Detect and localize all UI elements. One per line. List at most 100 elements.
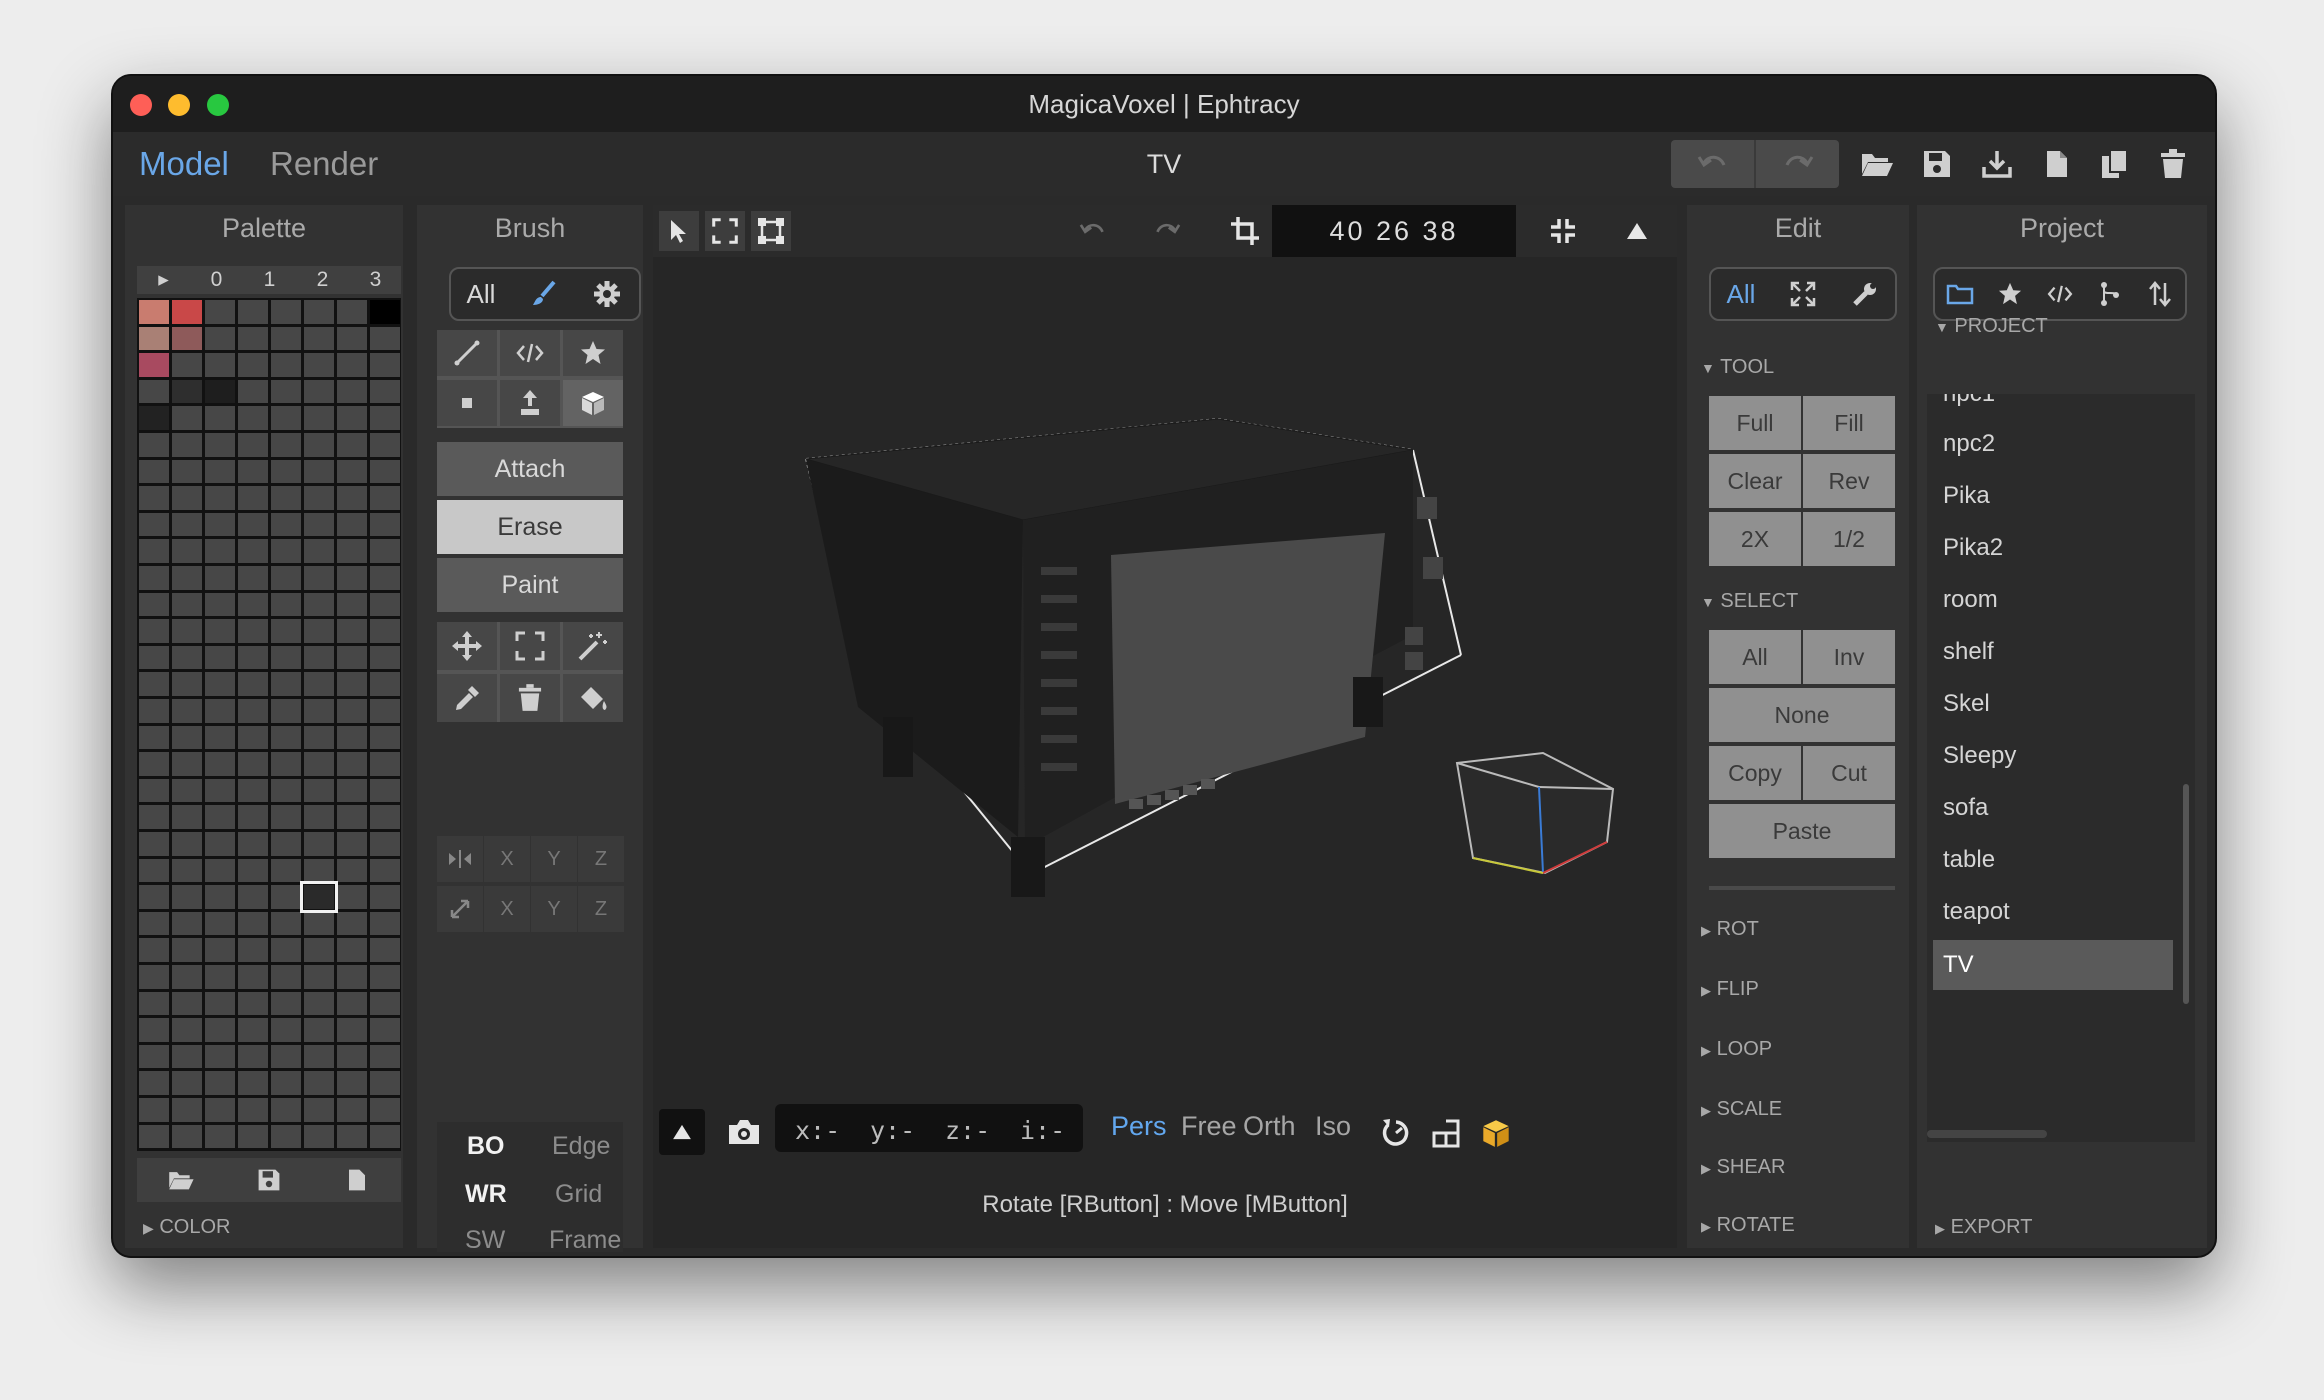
move-tool-button[interactable] [437,622,497,670]
palette-swatch[interactable] [271,965,301,989]
palette-swatch[interactable] [205,938,235,962]
palette-swatch[interactable] [370,1124,400,1149]
palette-swatch[interactable] [337,619,367,643]
viewport-undo-button[interactable] [1063,211,1123,251]
viewport-redo-button[interactable] [1137,211,1197,251]
palette-swatch[interactable] [139,858,169,883]
palette-swatch[interactable] [271,433,301,457]
palette-swatch[interactable] [304,512,334,537]
palette-swatch[interactable] [205,592,235,617]
full-button[interactable]: Full [1709,396,1801,450]
palette-swatch[interactable] [370,832,400,856]
view-orth-button[interactable]: Orth [1243,1111,1296,1142]
palette-swatch[interactable] [238,1124,268,1149]
palette-swatch[interactable] [337,379,367,404]
palette-swatch[interactable] [337,459,367,484]
palette-swatch[interactable] [271,885,301,909]
save-button[interactable] [1917,144,1957,184]
palette-swatch[interactable] [304,566,334,590]
palette-swatch[interactable] [205,379,235,404]
palette-swatch[interactable] [139,699,169,723]
palette-swatch[interactable] [205,832,235,856]
palette-swatch[interactable] [205,885,235,909]
palette-swatch[interactable] [172,725,202,750]
clear-button[interactable]: Clear [1709,454,1801,508]
new-file-button[interactable] [2037,144,2077,184]
color-picker-button[interactable] [437,674,497,722]
palette-swatch[interactable] [271,1098,301,1122]
palette-swatch[interactable] [172,911,202,936]
palette-swatch[interactable] [238,1098,268,1122]
palette-swatch[interactable] [304,805,334,829]
palette-swatch[interactable] [337,672,367,696]
palette-swatch[interactable] [238,778,268,803]
palette-swatch[interactable] [205,965,235,989]
loop-section-header[interactable]: ▶ LOOP [1701,1038,1772,1061]
palette-swatch[interactable] [304,379,334,404]
palette-swatch[interactable] [205,858,235,883]
palette-swatch[interactable] [172,1124,202,1149]
palette-swatch[interactable] [238,885,268,909]
palette-swatch[interactable] [205,672,235,696]
palette-swatch[interactable] [304,406,334,430]
select-none-button[interactable]: None [1709,688,1895,742]
palette-swatch[interactable] [139,1124,169,1149]
rot-section-header[interactable]: ▶ ROT [1701,918,1759,941]
palette-swatch[interactable] [172,1071,202,1095]
undo-button[interactable] [1671,140,1754,188]
erase-mode-button[interactable]: Erase [437,500,623,554]
palette-swatch[interactable] [205,353,235,377]
palette-swatch[interactable] [172,326,202,351]
palette-swatch[interactable] [304,433,334,457]
sw-toggle[interactable]: SW [465,1226,505,1255]
palette-page-0[interactable]: 0 [190,266,243,294]
palette-swatch[interactable] [205,486,235,510]
flip-section-header[interactable]: ▶ FLIP [1701,978,1759,1001]
palette-new-button[interactable] [313,1158,401,1202]
palette-swatch[interactable] [238,645,268,670]
palette-swatch[interactable] [337,938,367,962]
palette-swatch[interactable] [139,672,169,696]
palette-swatch[interactable] [304,991,334,1016]
palette-swatch[interactable] [271,752,301,776]
palette-swatch[interactable] [172,566,202,590]
palette-swatch[interactable] [172,832,202,856]
screenshot-button[interactable] [721,1109,767,1155]
palette-swatch[interactable] [205,699,235,723]
view-iso-button[interactable]: Iso [1315,1111,1351,1142]
palette-swatch[interactable] [337,645,367,670]
palette-swatch[interactable] [370,1098,400,1122]
palette-swatch[interactable] [139,725,169,750]
view-menu-button[interactable] [659,1109,705,1155]
reverse-button[interactable]: Rev [1803,454,1895,508]
palette-swatch[interactable] [304,1098,334,1122]
palette-swatch[interactable] [271,539,301,563]
palette-swatch[interactable] [271,300,301,324]
double-size-button[interactable]: 2X [1709,512,1801,566]
project-script-filter[interactable] [2035,269,2085,319]
project-item-teapot[interactable]: teapot [1943,898,2010,926]
reset-view-button[interactable] [1376,1113,1416,1153]
palette-swatch[interactable] [172,778,202,803]
box-brush-button[interactable] [563,380,623,426]
palette-swatch[interactable] [271,379,301,404]
palette-swatch[interactable] [205,300,235,324]
palette-swatch[interactable] [370,911,400,936]
palette-swatch[interactable] [304,539,334,563]
bo-toggle[interactable]: BO [467,1132,505,1161]
view-free-button[interactable]: Free [1181,1111,1237,1142]
palette-swatch[interactable] [139,965,169,989]
palette-swatch[interactable] [271,778,301,803]
palette-swatch[interactable] [370,938,400,962]
axis-scale-toggle[interactable] [437,886,483,932]
palette-swatch[interactable] [337,592,367,617]
palette-swatch[interactable] [139,353,169,377]
palette-swatch[interactable] [139,1071,169,1095]
palette-swatch[interactable] [238,1044,268,1069]
paste-button[interactable]: Paste [1709,804,1895,858]
palette-swatch[interactable] [370,619,400,643]
project-item-tv[interactable]: TV [1933,940,2173,990]
palette-swatch[interactable] [271,459,301,484]
edge-toggle[interactable]: Edge [552,1132,610,1161]
palette-swatch[interactable] [172,699,202,723]
